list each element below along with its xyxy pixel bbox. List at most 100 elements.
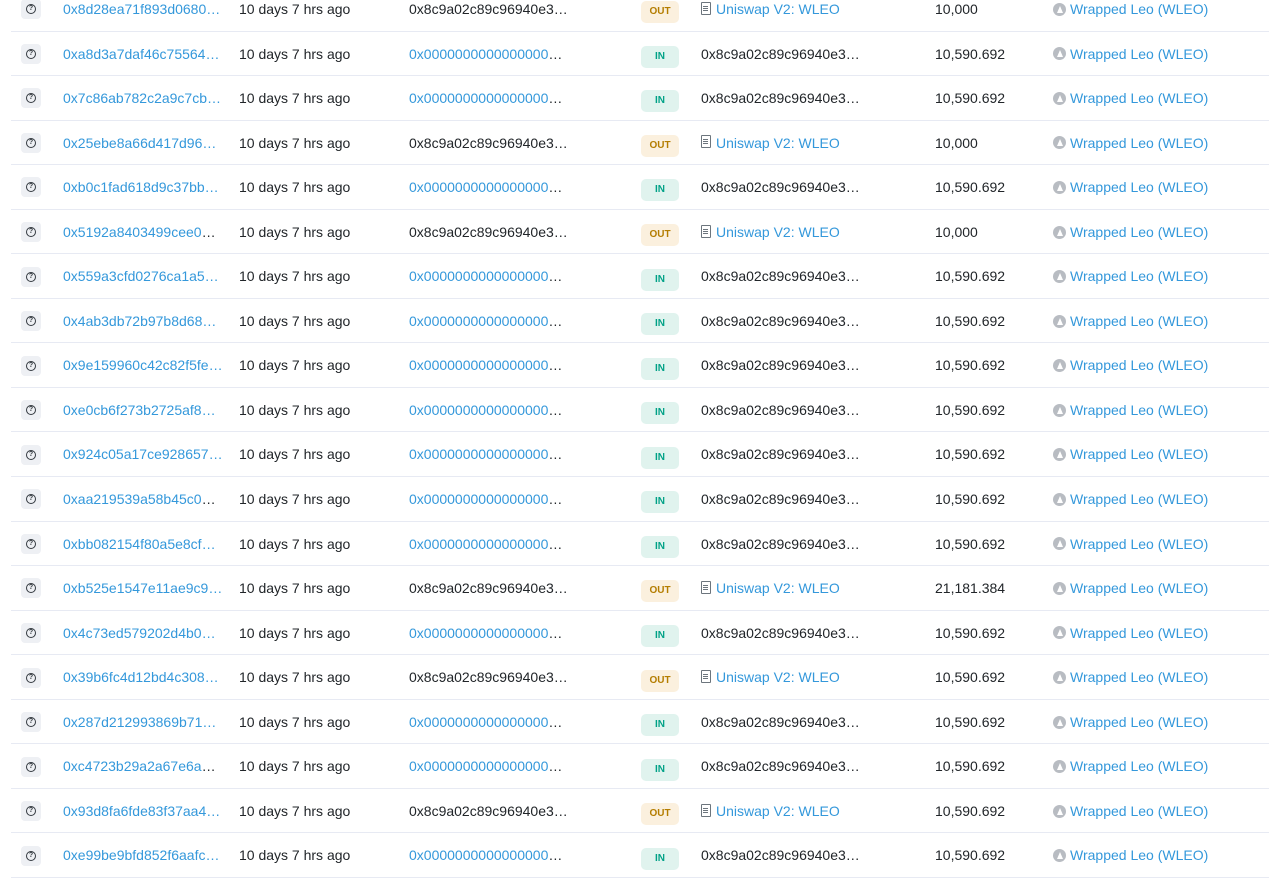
from-address[interactable]: 0x00000000000000000… xyxy=(409,758,569,774)
txn-hash-link[interactable]: 0xaa219539a58b45c08… xyxy=(63,491,223,507)
txn-hash-link[interactable]: 0x5192a8403499cee09… xyxy=(63,224,223,240)
txn-hash-link[interactable]: 0xbb082154f80a5e8cf… xyxy=(63,536,216,552)
txn-hash-link[interactable]: 0x93d8fa6fde83f37aa4… xyxy=(63,803,220,819)
from-address[interactable]: 0x00000000000000000… xyxy=(409,714,569,730)
token-link[interactable]: Wrapped Leo (WLEO) xyxy=(1070,90,1208,106)
eye-icon[interactable]: ? xyxy=(21,266,41,287)
txn-hash-link[interactable]: 0xc4723b29a2a67e6a8… xyxy=(63,758,223,774)
txn-hash-link[interactable]: 0x7c86ab782c2a9c7cb… xyxy=(63,90,221,106)
token-link[interactable]: Wrapped Leo (WLEO) xyxy=(1070,491,1208,507)
from-address[interactable]: 0x00000000000000000… xyxy=(409,847,569,863)
token-link[interactable]: Wrapped Leo (WLEO) xyxy=(1070,402,1208,418)
from-address[interactable]: 0x00000000000000000… xyxy=(409,536,569,552)
from-cell: 0x8c9a02c89c96940e3… xyxy=(409,210,569,254)
from-address[interactable]: 0x00000000000000000… xyxy=(409,90,569,106)
eye-icon[interactable]: ? xyxy=(21,756,41,777)
quantity-cell: 10,590.692 xyxy=(935,477,1045,521)
txn-hash-link[interactable]: 0x25ebe8a66d417d96… xyxy=(63,135,216,151)
txn-hash-link[interactable]: 0x9e159960c42c82f5fe… xyxy=(63,357,223,373)
eye-icon[interactable]: ? xyxy=(21,489,41,510)
view-details-cell: ? xyxy=(21,343,43,387)
to-address[interactable]: Uniswap V2: WLEO xyxy=(716,135,840,151)
eye-icon[interactable]: ? xyxy=(21,845,41,866)
to-address[interactable]: Uniswap V2: WLEO xyxy=(716,1,840,17)
token-link[interactable]: Wrapped Leo (WLEO) xyxy=(1070,1,1208,17)
token-link[interactable]: Wrapped Leo (WLEO) xyxy=(1070,313,1208,329)
token-link[interactable]: Wrapped Leo (WLEO) xyxy=(1070,46,1208,62)
txn-hash-link[interactable]: 0x39b6fc4d12bd4c308… xyxy=(63,669,219,685)
token-link[interactable]: Wrapped Leo (WLEO) xyxy=(1070,803,1208,819)
to-address: 0x8c9a02c89c96940e3… xyxy=(701,624,860,641)
age-text: 10 days 7 hrs ago xyxy=(239,223,351,240)
token-cell: Wrapped Leo (WLEO) xyxy=(1053,432,1263,476)
txn-hash-link[interactable]: 0x287d212993869b71… xyxy=(63,714,216,730)
token-cell: Wrapped Leo (WLEO) xyxy=(1053,299,1263,343)
token-icon xyxy=(1053,403,1066,417)
eye-icon[interactable]: ? xyxy=(21,43,41,64)
eye-icon[interactable]: ? xyxy=(21,622,41,643)
to-address: 0x8c9a02c89c96940e3… xyxy=(701,312,860,329)
token-link[interactable]: Wrapped Leo (WLEO) xyxy=(1070,268,1208,284)
token-link[interactable]: Wrapped Leo (WLEO) xyxy=(1070,179,1208,195)
token-link[interactable]: Wrapped Leo (WLEO) xyxy=(1070,714,1208,730)
txn-hash-link[interactable]: 0xa8d3a7daf46c75564… xyxy=(63,46,219,62)
from-address[interactable]: 0x00000000000000000… xyxy=(409,179,569,195)
txn-hash-link[interactable]: 0x559a3cfd0276ca1a5… xyxy=(63,268,219,284)
quantity-text: 10,590.692 xyxy=(935,758,1006,775)
eye-icon[interactable]: ? xyxy=(21,712,41,733)
direction-badge: IN xyxy=(641,45,679,68)
txn-hash-link[interactable]: 0xb525e1547e11ae9c9… xyxy=(63,580,222,596)
eye-icon[interactable]: ? xyxy=(21,578,41,599)
age-text: 10 days 7 hrs ago xyxy=(239,713,351,730)
quantity-text: 10,590.692 xyxy=(935,847,1006,864)
txn-hash-link[interactable]: 0xe0cb6f273b2725af8… xyxy=(63,402,216,418)
to-address[interactable]: Uniswap V2: WLEO xyxy=(716,224,840,240)
eye-icon[interactable]: ? xyxy=(21,177,41,198)
from-address[interactable]: 0x00000000000000000… xyxy=(409,491,569,507)
eye-icon[interactable]: ? xyxy=(21,400,41,421)
eye-icon[interactable]: ? xyxy=(21,533,41,554)
from-address[interactable]: 0x00000000000000000… xyxy=(409,402,569,418)
eye-icon[interactable]: ? xyxy=(21,0,41,20)
direction-cell: IN xyxy=(641,76,681,120)
quantity-text: 10,590.692 xyxy=(935,268,1006,285)
txn-hash-link[interactable]: 0xb0c1fad618d9c37bb… xyxy=(63,179,219,195)
to-address[interactable]: Uniswap V2: WLEO xyxy=(716,669,840,685)
token-link[interactable]: Wrapped Leo (WLEO) xyxy=(1070,357,1208,373)
eye-icon[interactable]: ? xyxy=(21,222,41,243)
from-address[interactable]: 0x00000000000000000… xyxy=(409,313,569,329)
token-link[interactable]: Wrapped Leo (WLEO) xyxy=(1070,446,1208,462)
eye-icon[interactable]: ? xyxy=(21,132,41,153)
txn-hash-link[interactable]: 0x8d28ea71f893d0680… xyxy=(63,1,220,17)
eye-icon[interactable]: ? xyxy=(21,88,41,109)
eye-icon[interactable]: ? xyxy=(21,667,41,688)
eye-icon[interactable]: ? xyxy=(21,311,41,332)
token-link[interactable]: Wrapped Leo (WLEO) xyxy=(1070,536,1208,552)
token-link[interactable]: Wrapped Leo (WLEO) xyxy=(1070,758,1208,774)
from-address[interactable]: 0x00000000000000000… xyxy=(409,446,569,462)
from-address[interactable]: 0x00000000000000000… xyxy=(409,625,569,641)
txn-hash-link[interactable]: 0x4c73ed579202d4b0… xyxy=(63,625,216,641)
txn-hash-cell: 0x924c05a17ce928657… xyxy=(63,432,223,476)
from-address[interactable]: 0x00000000000000000… xyxy=(409,268,569,284)
token-link[interactable]: Wrapped Leo (WLEO) xyxy=(1070,224,1208,240)
token-link[interactable]: Wrapped Leo (WLEO) xyxy=(1070,580,1208,596)
txn-hash-link[interactable]: 0xe99be9bfd852f6aafc… xyxy=(63,847,219,863)
age-text: 10 days 7 hrs ago xyxy=(239,446,351,463)
token-cell: Wrapped Leo (WLEO) xyxy=(1053,0,1263,31)
eye-icon[interactable]: ? xyxy=(21,355,41,376)
from-address[interactable]: 0x00000000000000000… xyxy=(409,46,569,62)
txn-hash-link[interactable]: 0x924c05a17ce928657… xyxy=(63,446,223,462)
txn-hash-link[interactable]: 0x4ab3db72b97b8d68… xyxy=(63,313,216,329)
from-address[interactable]: 0x00000000000000000… xyxy=(409,357,569,373)
to-address[interactable]: Uniswap V2: WLEO xyxy=(716,580,840,596)
token-link[interactable]: Wrapped Leo (WLEO) xyxy=(1070,847,1208,863)
token-link[interactable]: Wrapped Leo (WLEO) xyxy=(1070,625,1208,641)
eye-icon[interactable]: ? xyxy=(21,444,41,465)
to-address[interactable]: Uniswap V2: WLEO xyxy=(716,803,840,819)
token-link[interactable]: Wrapped Leo (WLEO) xyxy=(1070,669,1208,685)
token-link[interactable]: Wrapped Leo (WLEO) xyxy=(1070,135,1208,151)
eye-icon[interactable]: ? xyxy=(21,801,41,822)
to-cell: 0x8c9a02c89c96940e3… xyxy=(701,165,861,209)
from-cell: 0x8c9a02c89c96940e3… xyxy=(409,655,569,699)
